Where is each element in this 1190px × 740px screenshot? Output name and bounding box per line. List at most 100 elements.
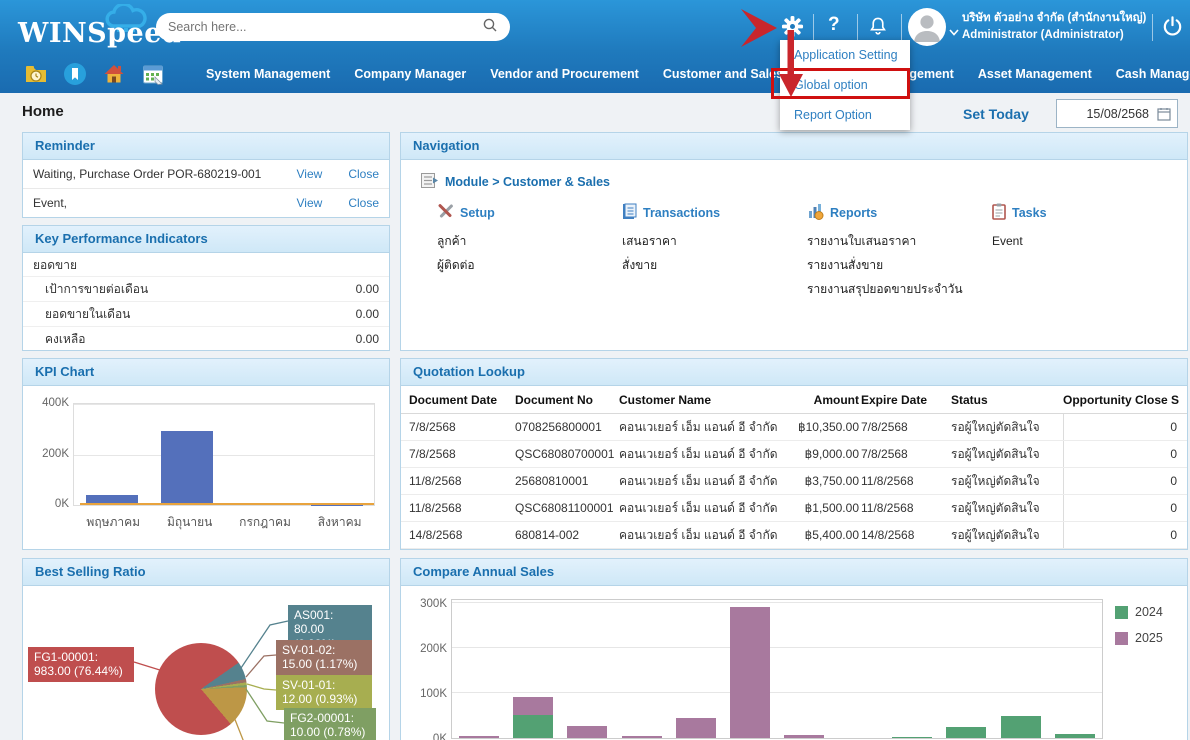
setup-header[interactable]: Setup: [437, 203, 622, 223]
column-header: Opportunity Close Sal...: [1063, 386, 1179, 413]
bar-2025[interactable]: [784, 735, 824, 738]
kpi-row-label: เป้าการขายต่อเดือน: [45, 277, 148, 301]
nav-item[interactable]: รายงานสั่งขาย: [807, 253, 992, 277]
user-company-block[interactable]: บริษัท ตัวอย่าง จำกัด (สำนักงานใหญ่) Adm…: [962, 10, 1146, 44]
table-cell: 0: [1063, 495, 1179, 521]
transactions-label: Transactions: [643, 206, 720, 220]
gear-icon[interactable]: [781, 15, 804, 43]
transactions-header[interactable]: Transactions: [622, 203, 807, 223]
recent-folder-icon[interactable]: [24, 62, 48, 86]
chevron-down-icon[interactable]: [949, 23, 959, 41]
bar-2025[interactable]: [459, 736, 499, 738]
bar-group: [1001, 600, 1041, 738]
search-input[interactable]: [168, 20, 482, 34]
dropdown-item-global-option[interactable]: Global option: [780, 70, 910, 100]
kpi-chart-yticks: 400K200K0K: [27, 397, 69, 510]
nav-item[interactable]: รายงานใบเสนอราคา: [807, 229, 992, 253]
column-header: Status: [951, 386, 1063, 413]
bell-icon[interactable]: [867, 15, 889, 43]
table-cell: 0: [1063, 468, 1179, 494]
menu-item-system-management[interactable]: System Management: [194, 67, 342, 81]
kpi-row-value: 0.00: [356, 277, 379, 301]
search-bar[interactable]: [156, 13, 510, 41]
pie-chart[interactable]: [155, 643, 247, 735]
bar-2025[interactable]: [513, 697, 553, 714]
menu-item-vendor-and-procurement[interactable]: Vendor and Procurement: [478, 67, 651, 81]
bookmark-icon[interactable]: [63, 62, 87, 86]
table-row[interactable]: 7/8/25680708256800001คอนเวเยอร์ เอ็ม แอน…: [401, 414, 1187, 441]
help-icon[interactable]: ?: [828, 13, 840, 37]
app-logo[interactable]: WINSpeed: [18, 10, 153, 52]
bar-2024[interactable]: [892, 737, 932, 738]
company-name: บริษัท ตัวอย่าง จำกัด (สำนักงานใหญ่): [962, 10, 1146, 27]
nav-item[interactable]: Event: [992, 229, 1177, 253]
table-cell: รอผู้ใหญ่ตัดสินใจ: [951, 468, 1063, 494]
reminder-text: Event,: [33, 196, 271, 210]
kpi-chart-title: KPI Chart: [23, 359, 389, 386]
reports-header[interactable]: Reports: [807, 203, 992, 223]
home-icon[interactable]: [102, 62, 126, 86]
compare-sales-title: Compare Annual Sales: [401, 559, 1187, 586]
menu-item-asset-management[interactable]: Asset Management: [966, 67, 1104, 81]
table-cell: 0: [1063, 522, 1179, 548]
menu-item-company-manager[interactable]: Company Manager: [342, 67, 478, 81]
nav-col-tasks: Tasks Event: [992, 203, 1177, 301]
y-tick: 400K: [27, 397, 69, 409]
nav-item[interactable]: สั่งขาย: [622, 253, 807, 277]
nav-item[interactable]: เสนอราคา: [622, 229, 807, 253]
bar-2024[interactable]: [1055, 734, 1095, 738]
bar-2025[interactable]: [676, 718, 716, 738]
table-cell: QSC68081100001: [515, 495, 619, 521]
legend-label: 2024: [1135, 605, 1163, 619]
view-link[interactable]: View: [297, 167, 323, 181]
bar-group: [730, 600, 770, 738]
module-breadcrumb[interactable]: Module > Customer & Sales: [401, 160, 1187, 195]
column-header: Document Date: [409, 386, 515, 413]
user-role: Administrator (Administrator): [962, 27, 1146, 44]
setup-icon: [437, 203, 454, 223]
bar-group: [567, 600, 607, 738]
calendar-icon[interactable]: [141, 62, 165, 86]
table-row[interactable]: 11/8/2568QSC68081100001คอนเวเยอร์ เอ็ม แ…: [401, 495, 1187, 522]
kpi-row: เป้าการขายต่อเดือน 0.00: [23, 277, 389, 302]
tasks-label: Tasks: [1012, 206, 1047, 220]
table-cell: 0: [1063, 441, 1179, 467]
dropdown-item-application-setting[interactable]: Application Setting: [780, 40, 910, 70]
table-row[interactable]: 7/8/2568QSC68080700001คอนเวเยอร์ เอ็ม แอ…: [401, 441, 1187, 468]
nav-item[interactable]: ลูกค้า: [437, 229, 622, 253]
nav-item[interactable]: ผู้ติดต่อ: [437, 253, 622, 277]
menu-item-cash-management[interactable]: Cash Management: [1104, 67, 1190, 81]
legend-swatch: [1115, 606, 1128, 619]
bar-2025[interactable]: [622, 736, 662, 738]
date-calendar-icon[interactable]: [1157, 107, 1171, 126]
kpi-chart-panel: KPI Chart 400K200K0K พฤษภาคมมิถุนายนกรกฎ…: [22, 358, 390, 550]
table-cell: คอนเวเยอร์ เอ็ม แอนด์ อี จำกัด: [619, 522, 791, 548]
table-cell: 680814-002: [515, 522, 619, 548]
table-row[interactable]: 14/8/2568680814-002คอนเวเยอร์ เอ็ม แอนด์…: [401, 522, 1187, 549]
y-tick: 0K: [407, 733, 447, 740]
kpi-row-value: 0.00: [356, 302, 379, 326]
search-icon[interactable]: [482, 17, 498, 38]
bar-2024[interactable]: [946, 727, 986, 738]
kpi-bar[interactable]: [161, 431, 213, 505]
bar-2024[interactable]: [513, 715, 553, 738]
reminder-rows: Waiting, Purchase Order POR-680219-001Vi…: [23, 160, 389, 218]
avatar[interactable]: [908, 8, 946, 46]
menu-item-customer-and-sales[interactable]: Customer and Sales: [651, 67, 795, 81]
close-link[interactable]: Close: [348, 196, 379, 210]
close-link[interactable]: Close: [348, 167, 379, 181]
power-icon[interactable]: [1161, 15, 1184, 43]
column-header: Expire Date: [861, 386, 951, 413]
bar-2024[interactable]: [1001, 716, 1041, 738]
dropdown-item-report-option[interactable]: Report Option: [780, 100, 910, 130]
best-selling-title: Best Selling Ratio: [23, 559, 389, 586]
bar-2025[interactable]: [567, 726, 607, 738]
date-field[interactable]: [1056, 99, 1178, 128]
nav-item[interactable]: รายงานสรุปยอดขายประจำวัน: [807, 277, 992, 301]
view-link[interactable]: View: [297, 196, 323, 210]
tasks-header[interactable]: Tasks: [992, 203, 1177, 223]
set-today-label[interactable]: Set Today: [963, 106, 1029, 122]
bar-2025[interactable]: [730, 607, 770, 738]
setup-label: Setup: [460, 206, 495, 220]
table-row[interactable]: 11/8/256825680810001คอนเวเยอร์ เอ็ม แอนด…: [401, 468, 1187, 495]
